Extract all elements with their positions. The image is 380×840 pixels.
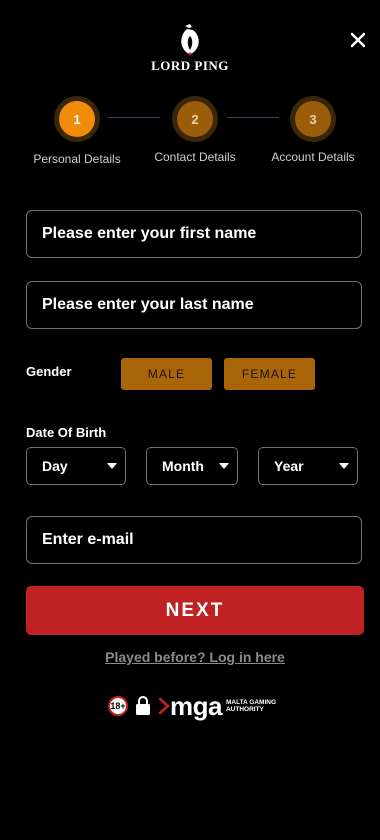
step-number: 3 [295,101,331,137]
padlock-icon [136,696,150,715]
dob-month-select[interactable]: Month [146,447,238,485]
registration-stepper: 1 Personal Details 2 Contact Details 3 A… [0,96,380,176]
email-placeholder: Enter e-mail [42,531,134,548]
mga-logo-text: mga [170,691,222,721]
email-input[interactable]: Enter e-mail [26,516,362,564]
brand-name: LORD PING [151,58,229,73]
step-label: Personal Details [33,152,121,166]
dob-month-value: Month [162,458,204,474]
step-label: Contact Details [154,150,236,164]
age-restriction-badge: 18+ [108,696,128,716]
gender-female-button[interactable]: FEMALE [224,358,315,390]
next-button[interactable]: NEXT [26,586,364,635]
step-number: 2 [177,101,213,137]
lord-ping-logo-icon [181,24,199,56]
gender-male-button[interactable]: MALE [121,358,212,390]
close-icon [350,32,366,48]
chevron-down-icon [339,463,349,469]
dob-year-select[interactable]: Year [258,447,358,485]
mga-subtitle-line1: MALTA GAMING [225,698,277,706]
first-name-placeholder: Please enter your first name [42,225,257,242]
login-link[interactable]: Played before? Log in here [0,649,380,665]
mga-arrow-icon [158,697,170,715]
step-circle-ring: 1 [54,96,100,142]
step-personal-details: 1 Personal Details [17,96,137,166]
step-contact-details: 2 Contact Details [135,96,255,164]
dob-day-select[interactable]: Day [26,447,126,485]
footer-badges: 18+ mga MALTA GAMING AUTHORITY [108,692,276,720]
step-circle-ring: 2 [172,96,218,142]
step-circle-ring: 3 [290,96,336,142]
step-account-details: 3 Account Details [253,96,373,164]
chevron-down-icon [219,463,229,469]
dob-year-value: Year [274,458,304,474]
chevron-down-icon [107,463,117,469]
step-label: Account Details [271,150,355,164]
mga-subtitle-line2: AUTHORITY [225,706,264,713]
gender-label: Gender [26,364,72,379]
dob-label: Date Of Birth [26,425,107,440]
first-name-input[interactable]: Please enter your first name [26,210,362,258]
last-name-placeholder: Please enter your last name [42,296,254,313]
mga-subtitle: MALTA GAMING AUTHORITY [226,699,276,714]
close-button[interactable] [344,26,372,54]
last-name-input[interactable]: Please enter your last name [26,281,362,329]
step-number: 1 [59,101,95,137]
dob-day-value: Day [42,458,68,474]
brand-logo: LORD PING [150,24,230,80]
